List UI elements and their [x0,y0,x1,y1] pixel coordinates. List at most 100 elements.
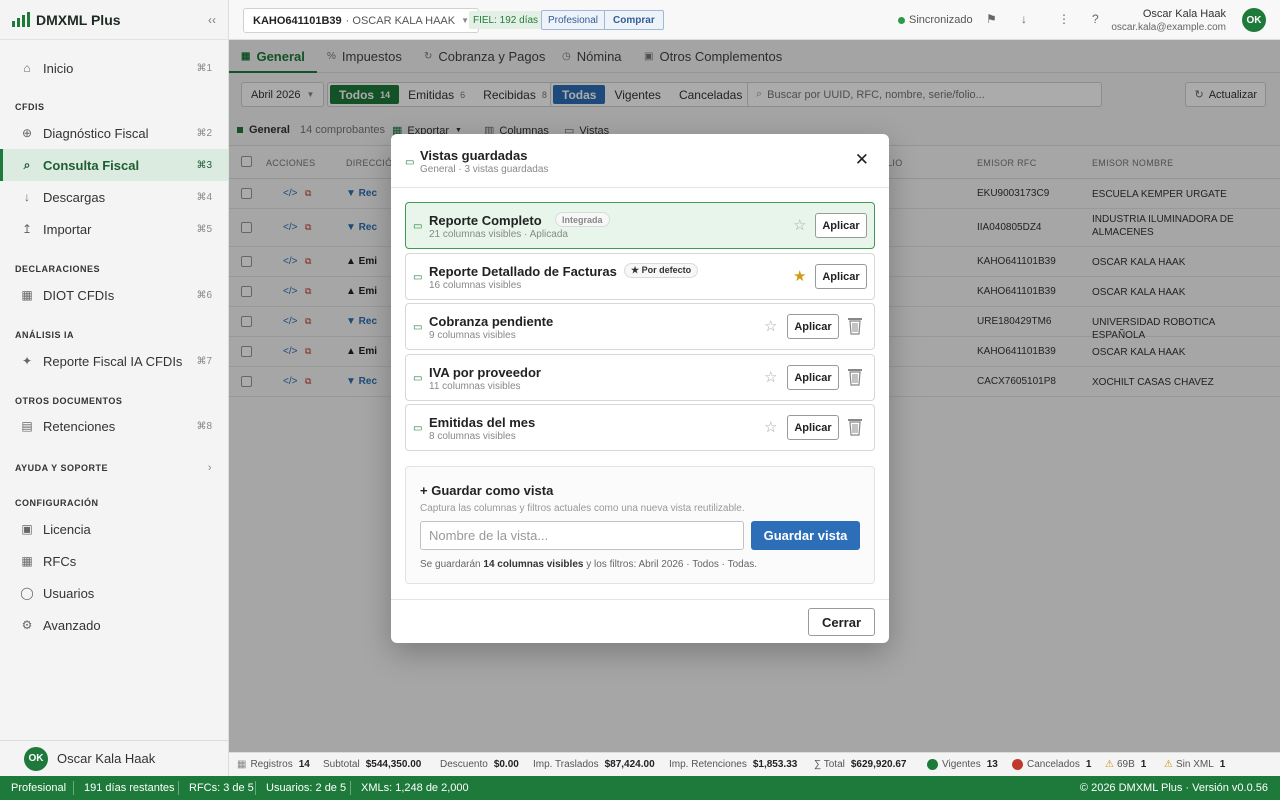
import-icon: ↥ [21,222,33,236]
shortcut-label: ⌘6 [196,289,212,301]
divider [73,781,74,795]
view-icon: ▭ [413,423,423,434]
total-label: Vigentes [942,759,981,770]
saved-view-card[interactable]: ▭ Reporte Detallado de Facturas 16 columna… [405,253,875,300]
view-icon: ▭ [413,373,423,384]
plan-badge: Profesional Comprar [541,10,664,30]
total-label: Descuento [440,759,488,770]
total-value: $0.00 [493,759,519,770]
totals-bar: ▦ Registros 14 Subtotal $544,350.00 Descue… [229,752,1280,776]
apply-view-button[interactable]: Aplicar [787,314,839,339]
section-ayuda-soporte[interactable]: AYUDA Y SOPORTE › [0,462,228,474]
download-icon[interactable]: ↓ [1021,12,1027,26]
star-filled-icon[interactable]: ★ [793,267,806,285]
apply-view-button[interactable]: Aplicar [815,264,867,289]
divider [255,781,256,795]
star-icon[interactable]: ☆ [793,216,806,234]
shortcut-label: ⌘8 [196,420,212,432]
sidebar-item-licencia[interactable]: ▣ Licencia [0,513,228,545]
view-subtitle: 21 columnas visibles · Aplicada [429,229,568,240]
view-name: Reporte Detallado de Facturas [429,264,617,279]
sparkle-icon: ✦ [21,354,33,368]
sidebar-item-diot[interactable]: ▦ DIOT CFDIs ⌘6 [0,279,228,311]
sidebar-item-usuarios[interactable]: ◯ Usuarios [0,577,228,609]
sidebar-item-avanzado[interactable]: ⚙ Avanzado [0,609,228,641]
shortcut-label: ⌘3 [196,159,212,171]
sidebar-item-diagnostico[interactable]: ⊕ Diagnóstico Fiscal ⌘2 [0,117,228,149]
star-icon[interactable]: ☆ [764,418,777,436]
view-icon: ▭ [413,322,423,333]
help-icon[interactable]: ? [1092,12,1099,26]
star-icon[interactable]: ☆ [764,368,777,386]
view-subtitle: 9 columnas visibles [429,330,516,341]
buy-button[interactable]: Comprar [604,11,663,29]
rfc-selector[interactable]: KAHO641101B39 · OSCAR KALA HAAK ▼ [243,8,480,33]
total-descuento: Descuento $0.00 [440,759,519,770]
sidebar-item-label: Diagnóstico Fiscal [43,125,149,141]
views-icon: ▭ [405,157,415,168]
total-value: 1 [1085,759,1092,770]
diagnostic-icon: ⊕ [21,126,33,140]
sidebar-item-rfcs[interactable]: ▦ RFCs [0,545,228,577]
sidebar-item-consulta-fiscal[interactable]: ⌕ Consulta Fiscal ⌘3 [0,149,228,181]
total-value: $544,350.00 [365,759,422,770]
topbar: KAHO641101B39 · OSCAR KALA HAAK ▼ FIEL: … [229,0,1280,40]
total-value: $1,853.33 [752,759,798,770]
saved-view-card[interactable]: ▭ Emitidas del mes 8 columnas visibles ☆ Apl… [405,404,875,451]
save-view-panel: + Guardar como vista Captura las columna… [405,466,875,584]
total-value: 1 [1140,759,1147,770]
brand: DMXML Plus ‹‹ [0,0,228,40]
save-view-button[interactable]: Guardar vista [751,521,860,550]
home-icon: ⌂ [23,61,31,75]
divider [178,781,179,795]
chevron-down-icon: ▼ [461,16,470,25]
trash-icon[interactable] [847,366,863,388]
sidebar-user[interactable]: OK Oscar Kala Haak [0,740,228,776]
total-value: $87,424.00 [604,759,655,770]
fiel-badge: FIEL: 192 días [469,11,543,29]
sidebar-item-label: Importar [43,221,92,237]
view-icon: ▭ [413,221,423,232]
shortcut-label: ⌘2 [196,127,212,139]
user-menu[interactable]: Oscar Kala Haak oscar.kala@example.com [1111,8,1226,34]
apply-view-button[interactable]: Aplicar [787,415,839,440]
section-analisis-ia: ANÁLISIS IA [15,330,75,340]
flag-icon[interactable]: ⚑ [986,12,997,26]
sidebar-item-retenciones[interactable]: ▤ Retenciones ⌘8 [0,410,228,442]
plan-label: Profesional [548,14,599,26]
view-name-input[interactable] [420,521,744,550]
sidebar-item-inicio[interactable]: ⌂ Inicio ⌘1 [0,52,228,84]
saved-view-card[interactable]: ▭ Cobranza pendiente 9 columnas visibles ☆ A… [405,303,875,350]
red-dot-icon [1012,759,1023,770]
close-icon[interactable]: ✕ [855,150,869,170]
trash-icon[interactable] [847,315,863,337]
total-retenciones: Imp. Retenciones $1,853.33 [669,759,797,770]
view-name: Cobranza pendiente [429,314,554,329]
saved-view-card[interactable]: ▭ IVA por proveedor 11 columnas visibles ☆ A… [405,354,875,401]
close-button[interactable]: Cerrar [808,608,875,636]
shortcut-label: ⌘1 [196,62,212,74]
collapse-sidebar-icon[interactable]: ‹‹ [208,13,216,27]
avatar[interactable]: OK [1242,8,1266,32]
saved-view-card[interactable]: ▭ Reporte Completo 21 columnas visibles · … [405,202,875,249]
trash-icon[interactable] [847,416,863,438]
status-users: Usuarios: 2 de 5 [266,782,347,794]
modal-title: Vistas guardadas [420,148,528,163]
apply-view-button[interactable]: Aplicar [815,213,867,238]
sidebar-item-label: Avanzado [43,617,101,633]
user-name: Oscar Kala Haak [57,751,156,766]
total-label: Sin XML [1175,759,1214,770]
sidebar-item-reporte-ia[interactable]: ✦ Reporte Fiscal IA CFDIs ⌘7 [0,345,228,377]
status-copyright: © 2026 DMXML Plus · Versión v0.0.56 [1079,782,1268,794]
sidebar-item-importar[interactable]: ↥ Importar ⌘5 [0,213,228,245]
license-icon: ▣ [21,522,33,536]
more-icon[interactable]: ⋮ [1058,12,1070,26]
sidebar-item-label: Usuarios [43,585,95,601]
apply-view-button[interactable]: Aplicar [787,365,839,390]
view-badge: ★ Por defecto [624,263,699,278]
warning-icon: ⚠ [1164,759,1173,770]
sidebar-item-descargas[interactable]: ↓ Descargas ⌘4 [0,181,228,213]
total-label: Subtotal [323,759,360,770]
star-icon[interactable]: ☆ [764,317,777,335]
note-bold: 14 columnas visibles [483,559,584,570]
